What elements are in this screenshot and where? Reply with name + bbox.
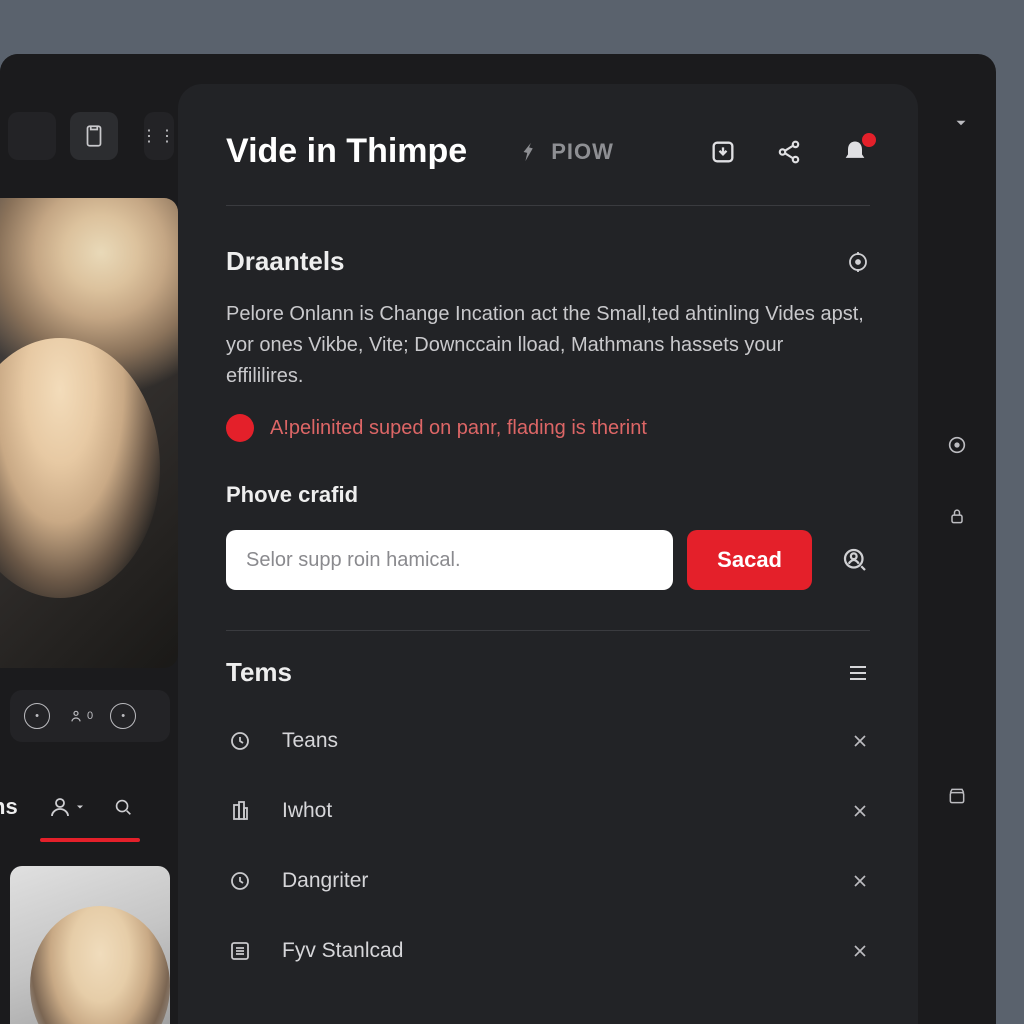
list-item[interactable]: Dangriter — [226, 846, 870, 916]
list-item[interactable]: Iwhot — [226, 776, 870, 846]
person-small-icon — [68, 708, 84, 724]
share-action[interactable] — [774, 137, 804, 167]
left-tab-user[interactable] — [48, 795, 86, 819]
list-item-label: Teans — [282, 729, 338, 753]
building-icon — [228, 799, 252, 823]
document-icon — [81, 123, 107, 149]
right-rail — [918, 54, 996, 1024]
list-item-close[interactable] — [850, 801, 870, 821]
rail-action-2[interactable] — [947, 506, 967, 526]
menu-icon — [846, 661, 870, 685]
form-input[interactable] — [226, 530, 673, 590]
clock-icon — [228, 869, 252, 893]
bolt-icon — [519, 141, 541, 163]
alert-text: A!pelinited suped on panr, flading is th… — [270, 417, 647, 440]
alert-row: A!pelinited suped on panr, flading is th… — [226, 414, 870, 442]
notification-badge — [862, 133, 876, 147]
section-description: Pelore Onlann is Change Incation act the… — [226, 299, 866, 392]
list-title: Tems — [226, 657, 292, 688]
list-item[interactable]: Teans — [226, 706, 870, 776]
list-item-close[interactable] — [850, 941, 870, 961]
player-prev[interactable]: • — [24, 703, 50, 729]
close-icon — [850, 941, 870, 961]
section-title: Draantels — [226, 246, 345, 277]
app-window: ⋮⋮ • 0 • ns Vide in Thimpe — [0, 54, 996, 1024]
player-next[interactable]: • — [110, 703, 136, 729]
rail-action-1[interactable] — [946, 434, 968, 456]
alert-dot-icon — [226, 414, 254, 442]
list-item-label: Dangriter — [282, 869, 368, 893]
left-tabs: ns — [0, 772, 178, 842]
close-icon — [850, 731, 870, 751]
section-draantels: Draantels Pelore Onlann is Change Incati… — [226, 246, 870, 986]
chevron-down-icon — [74, 801, 86, 813]
rail-action-3[interactable] — [947, 786, 967, 806]
lock-icon — [947, 506, 967, 526]
list-item-close[interactable] — [850, 871, 870, 891]
left-sidebar: ⋮⋮ • 0 • ns — [0, 54, 178, 1024]
list-view-toggle[interactable] — [846, 661, 870, 685]
collapse-chevron[interactable] — [952, 114, 970, 132]
form-row: Sacad — [226, 530, 870, 590]
section-action[interactable] — [846, 250, 870, 274]
left-tab-ns[interactable]: ns — [0, 794, 18, 820]
list-item-label: Fyv Stanlcad — [282, 939, 403, 963]
form-submit-button[interactable]: Sacad — [687, 530, 812, 590]
video-thumbnail-large[interactable] — [0, 198, 178, 668]
header-actions — [708, 137, 870, 167]
form-label: Phove crafid — [226, 482, 870, 508]
notification-action[interactable] — [840, 137, 870, 167]
left-tab-search[interactable] — [112, 796, 134, 818]
archive-icon — [947, 786, 967, 806]
page-title: Vide in Thimpe — [226, 132, 467, 171]
player-controls: • 0 • — [10, 690, 170, 742]
person-icon — [48, 795, 72, 819]
left-button-c[interactable]: ⋮⋮ — [144, 112, 174, 160]
save-action[interactable] — [708, 137, 738, 167]
record-icon — [946, 434, 968, 456]
form-user-action[interactable] — [840, 545, 870, 575]
header-divider — [226, 205, 870, 206]
left-button-b[interactable] — [70, 112, 118, 160]
close-icon — [850, 801, 870, 821]
list-header: Tems — [226, 630, 870, 688]
user-circle-icon — [840, 545, 870, 575]
chevron-down-icon — [952, 114, 970, 132]
panel-header: Vide in Thimpe PIOW — [226, 132, 870, 171]
header-subtitle[interactable]: PIOW — [519, 139, 614, 165]
list-item-label: Iwhot — [282, 799, 332, 823]
share-icon — [776, 139, 802, 165]
target-icon — [846, 250, 870, 274]
player-mid[interactable]: 0 — [68, 708, 92, 724]
items-list: Teans Iwhot Dangriter Fyv Stanlcad — [226, 706, 870, 986]
left-button-a[interactable] — [8, 112, 56, 160]
save-icon — [709, 138, 737, 166]
main-panel: Vide in Thimpe PIOW Draant — [178, 84, 918, 1024]
list-item-close[interactable] — [850, 731, 870, 751]
video-thumbnail-small[interactable] — [10, 866, 170, 1024]
search-small-icon — [112, 796, 134, 818]
close-icon — [850, 871, 870, 891]
list-icon — [228, 939, 252, 963]
subtitle-text: PIOW — [551, 139, 614, 165]
tab-underline — [40, 838, 140, 842]
list-item[interactable]: Fyv Stanlcad — [226, 916, 870, 986]
clock-icon — [228, 729, 252, 753]
